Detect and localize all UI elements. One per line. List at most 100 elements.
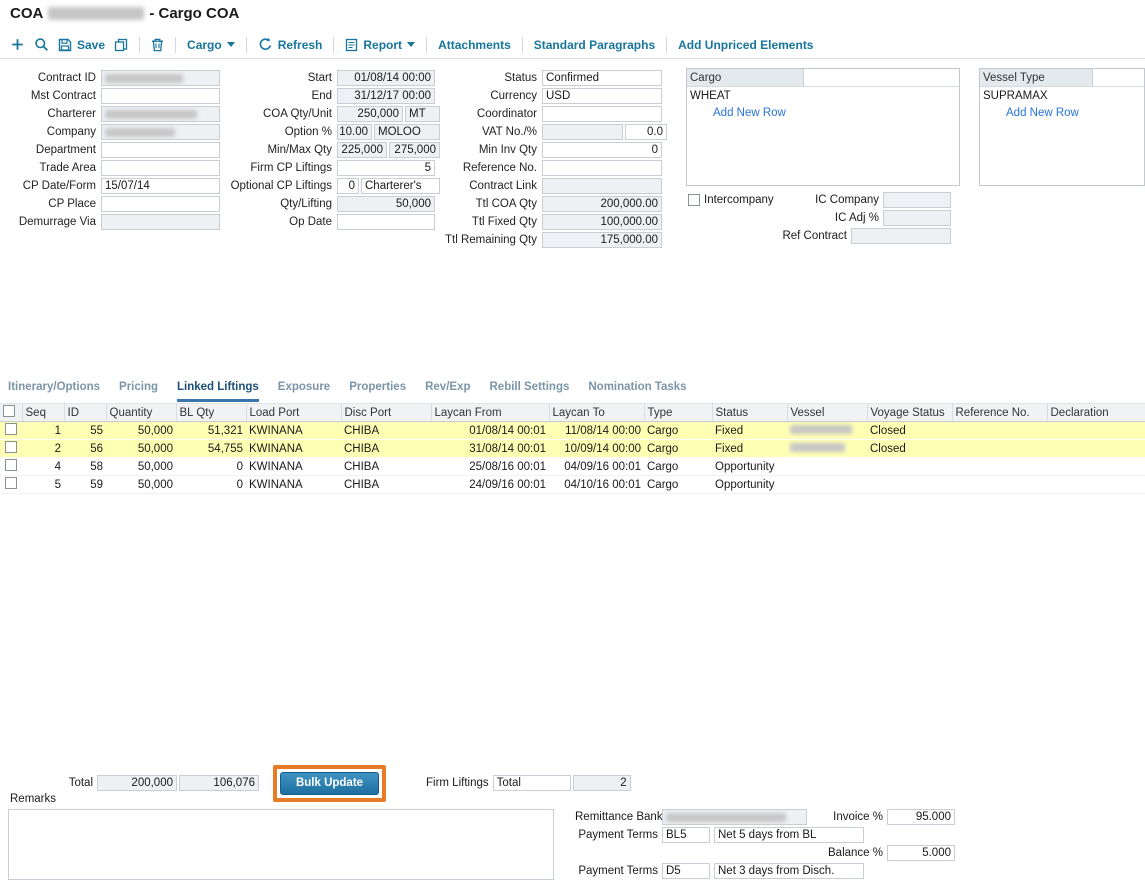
col-quantity[interactable]: Quantity bbox=[106, 404, 176, 422]
coa-unit-field[interactable]: MT bbox=[405, 106, 440, 122]
col-reference-no[interactable]: Reference No. bbox=[952, 404, 1047, 422]
tab-nomination-tasks[interactable]: Nomination Tasks bbox=[588, 381, 686, 402]
option-pct-field[interactable]: 10.00 bbox=[337, 124, 372, 140]
tab-rev-exp[interactable]: Rev/Exp bbox=[425, 381, 470, 402]
contract-link-field[interactable] bbox=[542, 178, 662, 194]
search-button[interactable] bbox=[34, 37, 49, 52]
optional-cp-liftings-field[interactable]: 0 bbox=[337, 178, 359, 194]
row-checkbox[interactable] bbox=[5, 459, 17, 471]
col-bl-qty[interactable]: BL Qty bbox=[176, 404, 246, 422]
vat-no-field[interactable] bbox=[542, 124, 623, 140]
start-field[interactable]: 01/08/14 00:00 bbox=[337, 70, 435, 86]
max-qty-field[interactable]: 275,000 bbox=[389, 142, 440, 158]
ic-company-field[interactable] bbox=[883, 192, 951, 208]
intercompany-checkbox[interactable] bbox=[688, 194, 700, 206]
mst-contract-field[interactable] bbox=[101, 88, 220, 104]
tab-properties[interactable]: Properties bbox=[349, 381, 406, 402]
vessel-type-row[interactable]: SUPRAMAX bbox=[980, 87, 1144, 104]
remittance-bank-field[interactable] bbox=[662, 809, 807, 825]
currency-field[interactable]: USD bbox=[542, 88, 662, 104]
table-row[interactable]: 4 58 50,000 0 KWINANA CHIBA 25/08/16 00:… bbox=[0, 458, 1145, 476]
cp-date-form-field[interactable]: 15/07/14 bbox=[101, 178, 220, 194]
qty-lifting-field[interactable]: 50,000 bbox=[337, 196, 435, 212]
col-id[interactable]: ID bbox=[64, 404, 106, 422]
copy-button[interactable] bbox=[114, 38, 128, 52]
col-laycan-from[interactable]: Laycan From bbox=[431, 404, 549, 422]
coordinator-field[interactable] bbox=[542, 106, 662, 122]
add-button[interactable] bbox=[10, 37, 25, 52]
attachments-button[interactable]: Attachments bbox=[438, 38, 511, 52]
department-field[interactable] bbox=[101, 142, 220, 158]
trade-area-field[interactable] bbox=[101, 160, 220, 176]
row-checkbox[interactable] bbox=[5, 441, 17, 453]
col-vessel[interactable]: Vessel bbox=[787, 404, 867, 422]
demurrage-via-field[interactable] bbox=[101, 214, 220, 230]
form-column-left: Contract ID Mst Contract Charterer Compa… bbox=[8, 69, 220, 231]
chevron-down-icon bbox=[407, 42, 415, 47]
payment-terms-code-field[interactable]: BL5 bbox=[662, 827, 710, 843]
vessel-add-new-row-link[interactable]: Add New Row bbox=[1006, 107, 1144, 119]
col-status[interactable]: Status bbox=[712, 404, 787, 422]
vessel-type-column-header: Vessel Type bbox=[980, 69, 1093, 86]
cp-date-form-label: CP Date/Form bbox=[8, 180, 101, 192]
tab-rebill-settings[interactable]: Rebill Settings bbox=[490, 381, 570, 402]
cp-place-field[interactable] bbox=[101, 196, 220, 212]
vat-pct-field[interactable]: 0.0 bbox=[625, 124, 667, 140]
invoice-pct-field[interactable]: 95.000 bbox=[887, 809, 955, 825]
status-field[interactable]: Confirmed bbox=[542, 70, 662, 86]
vat-no-pct-label: VAT No./% bbox=[440, 126, 542, 138]
min-inv-qty-label: Min Inv Qty bbox=[440, 144, 542, 156]
cargo-add-new-row-link[interactable]: Add New Row bbox=[713, 107, 959, 119]
op-date-field[interactable] bbox=[337, 214, 435, 230]
end-field[interactable]: 31/12/17 00:00 bbox=[337, 88, 435, 104]
firm-liftings-mode-select[interactable]: Total bbox=[493, 775, 571, 791]
col-seq[interactable]: Seq bbox=[22, 404, 64, 422]
table-row[interactable]: 1 55 50,000 51,321 KWINANA CHIBA 01/08/1… bbox=[0, 422, 1145, 440]
row-checkbox[interactable] bbox=[5, 477, 17, 489]
min-qty-field[interactable]: 225,000 bbox=[337, 142, 387, 158]
optional-cp-owner-field[interactable]: Charterer's bbox=[361, 178, 440, 194]
report-dropdown[interactable]: Report bbox=[345, 38, 415, 52]
title-prefix: COA bbox=[10, 5, 43, 22]
ttl-fixed-qty-field: 100,000.00 bbox=[542, 214, 662, 230]
toolbar-separator bbox=[666, 37, 667, 53]
row-checkbox[interactable] bbox=[5, 423, 17, 435]
tab-exposure[interactable]: Exposure bbox=[278, 381, 330, 402]
payment-terms-code-field[interactable]: D5 bbox=[662, 863, 710, 879]
remarks-textarea[interactable] bbox=[8, 809, 554, 880]
firm-cp-liftings-field[interactable]: 5 bbox=[337, 160, 435, 176]
col-laycan-to[interactable]: Laycan To bbox=[549, 404, 644, 422]
col-load-port[interactable]: Load Port bbox=[246, 404, 341, 422]
col-disc-port[interactable]: Disc Port bbox=[341, 404, 431, 422]
cargo-row[interactable]: WHEAT bbox=[687, 87, 959, 104]
table-row[interactable]: 5 59 50,000 0 KWINANA CHIBA 24/09/16 00:… bbox=[0, 476, 1145, 494]
col-declaration[interactable]: Declaration bbox=[1047, 404, 1145, 422]
ic-adj-pct-field[interactable] bbox=[883, 210, 951, 226]
ref-contract-field[interactable] bbox=[851, 228, 951, 244]
reference-no-field[interactable] bbox=[542, 160, 662, 176]
tab-itinerary-options[interactable]: Itinerary/Options bbox=[8, 381, 100, 402]
charterer-field[interactable] bbox=[101, 106, 220, 122]
toolbar-separator bbox=[246, 37, 247, 53]
select-all-checkbox[interactable] bbox=[3, 405, 15, 417]
tab-linked-liftings[interactable]: Linked Liftings bbox=[177, 381, 259, 402]
cargo-dropdown[interactable]: Cargo bbox=[187, 38, 235, 52]
company-field[interactable] bbox=[101, 124, 220, 140]
col-type[interactable]: Type bbox=[644, 404, 712, 422]
coa-cargo-window: COA - Cargo COA Save Cargo Refresh bbox=[0, 0, 1145, 887]
col-voyage-status[interactable]: Voyage Status bbox=[867, 404, 952, 422]
save-button[interactable]: Save bbox=[58, 38, 105, 52]
balance-pct-field[interactable]: 5.000 bbox=[887, 845, 955, 861]
table-row[interactable]: 2 56 50,000 54,755 KWINANA CHIBA 31/08/1… bbox=[0, 440, 1145, 458]
standard-paragraphs-button[interactable]: Standard Paragraphs bbox=[534, 38, 655, 52]
tab-pricing[interactable]: Pricing bbox=[119, 381, 158, 402]
min-inv-qty-field[interactable]: 0 bbox=[542, 142, 662, 158]
bulk-update-button[interactable]: Bulk Update bbox=[280, 772, 379, 795]
coa-qty-field[interactable]: 250,000 bbox=[337, 106, 403, 122]
add-unpriced-elements-button[interactable]: Add Unpriced Elements bbox=[678, 38, 813, 52]
delete-button[interactable] bbox=[151, 38, 164, 52]
option-type-field[interactable]: MOLOO bbox=[374, 124, 440, 140]
report-icon bbox=[345, 38, 358, 52]
refresh-button[interactable]: Refresh bbox=[258, 37, 323, 52]
contract-id-field[interactable] bbox=[101, 70, 220, 86]
